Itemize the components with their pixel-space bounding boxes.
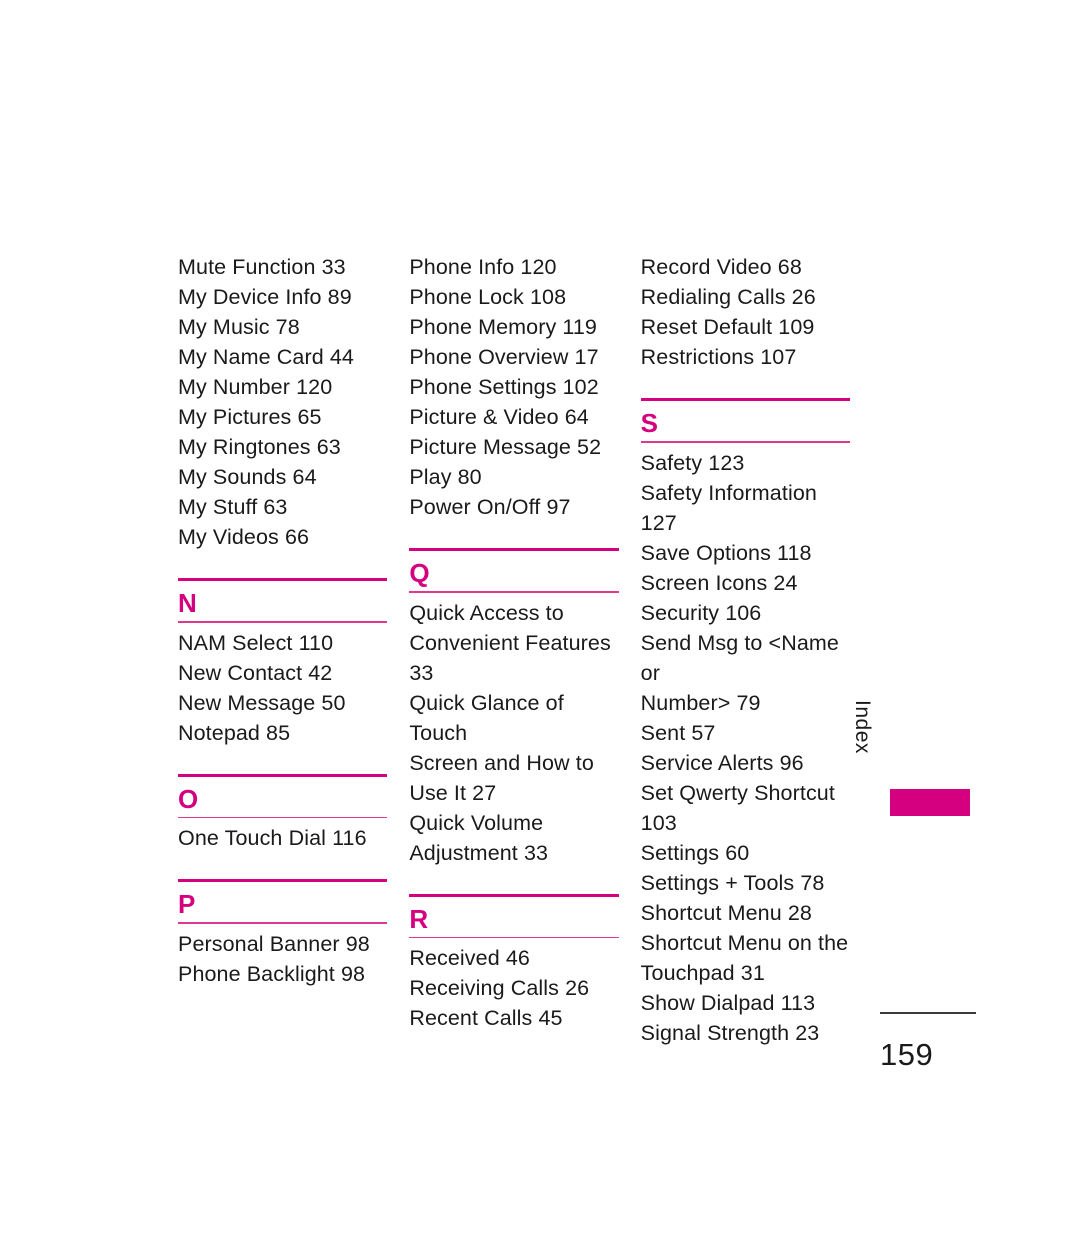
index-column-3: Record Video 68 Redialing Calls 26 Reset… bbox=[640, 252, 850, 1048]
letter-heading: O bbox=[178, 783, 199, 814]
index-entry: New Contact 42 bbox=[178, 660, 333, 685]
index-entry: My Music 78 bbox=[178, 315, 300, 339]
letter-heading: P bbox=[178, 889, 196, 920]
index-entry: Show Dialpad 113 bbox=[640, 990, 816, 1015]
letter-section-q: Q Quick Access to Convenient Features 33… bbox=[409, 548, 619, 868]
index-entry: Signal Strength 23 bbox=[640, 1020, 820, 1045]
index-columns: Mute Function 33 My Device Info 89 My Mu… bbox=[178, 252, 850, 1048]
index-entry: My Ringtones 63 bbox=[178, 435, 341, 459]
page-number-rule bbox=[880, 1012, 976, 1014]
index-entry: My Stuff 63 bbox=[178, 495, 288, 519]
index-entry: Redialing Calls 26 bbox=[640, 285, 816, 309]
letter-heading: N bbox=[178, 588, 198, 618]
index-entry: Power On/Off 97 bbox=[409, 495, 571, 519]
index-entry: My Device Info 89 bbox=[178, 285, 352, 309]
index-entry: Safety 123 bbox=[640, 450, 745, 475]
index-column-1: Mute Function 33 My Device Info 89 My Mu… bbox=[178, 252, 388, 989]
entry-block: Phone Info 120 Phone Lock 108 Phone Memo… bbox=[409, 252, 618, 522]
letter-section-r: R Received 46 Receiving Calls 26 Recent … bbox=[409, 893, 619, 1034]
index-entry: Phone Memory 119 bbox=[409, 315, 597, 339]
index-entry: Phone Info 120 bbox=[409, 255, 557, 279]
side-tab-label: Index bbox=[851, 700, 874, 754]
index-entry: Shortcut Menu on the Touchpad 31 bbox=[640, 930, 849, 985]
index-entry: My Videos 66 bbox=[178, 525, 310, 549]
index-entry: Notepad 85 bbox=[178, 720, 291, 745]
index-entry: Sent 57 bbox=[640, 720, 716, 745]
index-entry: Set Qwerty Shortcut 103 bbox=[640, 780, 835, 835]
index-entry: Personal Banner 98 bbox=[178, 931, 370, 956]
index-entry: My Number 120 bbox=[178, 375, 333, 399]
side-tab-marker bbox=[890, 789, 970, 816]
index-entry: Security 106 bbox=[640, 600, 762, 625]
index-entry: New Message 50 bbox=[178, 690, 346, 715]
index-entry: NAM Select 110 bbox=[178, 630, 334, 655]
index-page: Mute Function 33 My Device Info 89 My Mu… bbox=[0, 0, 1080, 1234]
index-entry: Shortcut Menu 28 bbox=[640, 900, 812, 925]
index-entry: Settings + Tools 78 bbox=[640, 870, 825, 895]
index-column-2: Phone Info 120 Phone Lock 108 Phone Memo… bbox=[409, 252, 619, 1034]
index-entry: Send Msg to <Name or Number> 79 bbox=[640, 630, 839, 715]
index-entry: My Pictures 65 bbox=[178, 405, 322, 429]
index-entry: Phone Settings 102 bbox=[409, 375, 599, 399]
index-entry: Service Alerts 96 bbox=[640, 750, 804, 775]
index-entry: Settings 60 bbox=[640, 840, 750, 865]
page-number: 159 bbox=[880, 1037, 934, 1072]
index-entry: Record Video 68 bbox=[640, 255, 802, 279]
index-entry: Picture & Video 64 bbox=[409, 405, 589, 429]
letter-section-s: S Safety 123 Safety Information 127 Save… bbox=[640, 398, 850, 1048]
index-entry: Play 80 bbox=[409, 465, 482, 489]
index-entry: Receiving Calls 26 bbox=[409, 976, 590, 1001]
index-entry: Mute Function 33 bbox=[178, 255, 346, 279]
index-entry: Phone Backlight 98 bbox=[178, 961, 366, 986]
index-entry: Quick Volume Adjustment 33 bbox=[409, 810, 549, 865]
letter-section-o: O One Touch Dial 116 bbox=[178, 773, 388, 854]
index-entry: My Name Card 44 bbox=[178, 345, 354, 369]
index-entry: Picture Message 52 bbox=[409, 435, 602, 459]
entry-block: Record Video 68 Redialing Calls 26 Reset… bbox=[641, 252, 850, 372]
letter-heading: Q bbox=[409, 558, 431, 588]
index-entry: Restrictions 107 bbox=[640, 345, 797, 369]
letter-section-p: P Personal Banner 98 Phone Backlight 98 bbox=[178, 879, 388, 989]
index-entry: Save Options 118 bbox=[640, 540, 812, 565]
index-entry: Reset Default 109 bbox=[640, 315, 815, 339]
index-entry: One Touch Dial 116 bbox=[178, 826, 367, 851]
index-entry: Quick Access to Convenient Features 33 bbox=[409, 600, 611, 685]
index-entry: Received 46 bbox=[409, 946, 530, 971]
index-entry: Safety Information 127 bbox=[640, 480, 817, 535]
index-entry: Recent Calls 45 bbox=[409, 1006, 563, 1031]
index-entry: Phone Lock 108 bbox=[409, 285, 567, 309]
letter-section-n: N NAM Select 110 New Contact 42 New Mess… bbox=[178, 578, 388, 748]
letter-heading: R bbox=[409, 903, 429, 934]
index-entry: My Sounds 64 bbox=[178, 465, 317, 489]
index-entry: Quick Glance of Touch Screen and How to … bbox=[409, 690, 594, 805]
entry-block: Mute Function 33 My Device Info 89 My Mu… bbox=[178, 252, 387, 552]
index-entry: Phone Overview 17 bbox=[409, 345, 599, 369]
index-entry: Screen Icons 24 bbox=[640, 570, 798, 595]
letter-heading: S bbox=[640, 408, 659, 438]
